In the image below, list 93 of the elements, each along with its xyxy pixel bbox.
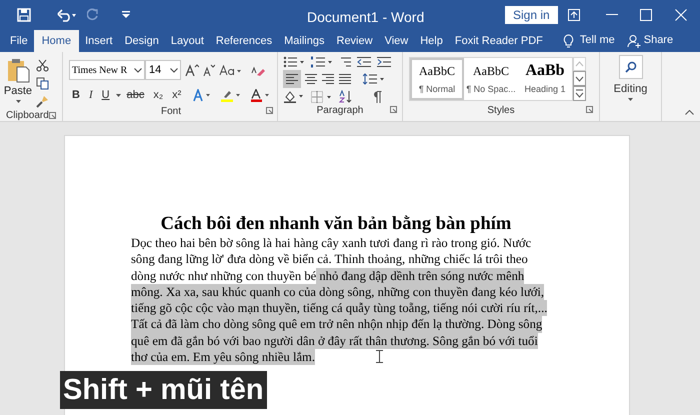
borders-icon[interactable] — [311, 90, 333, 102]
maximize-icon[interactable] — [640, 9, 652, 21]
selected-text: mông. Xa xa, sau khúc quanh co của dòng sông, những con thuyền đang kéo lưới, — [131, 284, 544, 300]
collapse-ribbon-icon[interactable] — [685, 110, 694, 115]
ribbon-tab[interactable]: Mailings — [278, 30, 330, 52]
document-title: Cách bôi đen nhanh văn bản bằng bàn phím — [160, 213, 512, 235]
caret-icon[interactable] — [628, 98, 633, 100]
dialog-launcher-icon[interactable] — [586, 106, 593, 113]
ribbon-tab[interactable]: Foxit Reader PDF — [448, 30, 549, 52]
group-label: Styles — [487, 104, 515, 118]
align-center-icon[interactable] — [304, 74, 318, 84]
clipboard-icon[interactable] — [6, 57, 30, 83]
style-name: ¶ No Spac... — [466, 83, 516, 96]
multilevel-list-icon[interactable] — [339, 56, 351, 68]
ribbon-display-icon[interactable] — [568, 9, 580, 21]
grow-font-icon[interactable] — [185, 64, 199, 76]
decrease-indent-icon[interactable] — [357, 56, 371, 68]
close-icon[interactable] — [675, 9, 687, 21]
copy-icon[interactable] — [36, 77, 49, 90]
underline-button[interactable]: U — [98, 86, 113, 104]
selected-text: Tất cả đã làm cho dòng sông quê em trở nên nhộn nhịp đến lạ thường. Dòng sông — [131, 316, 542, 333]
style-preview: AaBbC — [473, 63, 509, 80]
ribbon-tab[interactable]: Insert — [79, 30, 119, 52]
ribbon-tab[interactable]: Help — [414, 30, 449, 52]
ribbon-tab[interactable]: Design — [118, 30, 165, 52]
sort-icon[interactable] — [339, 90, 353, 103]
ribbon-tab[interactable]: Home — [34, 30, 80, 52]
person-add-icon[interactable] — [626, 34, 641, 48]
selected-text: nhỏ đang dập dềnh trên sóng nước mênh — [316, 268, 524, 284]
minimize-icon[interactable] — [606, 14, 618, 16]
redo-icon[interactable] — [87, 8, 99, 22]
search-icon[interactable] — [618, 55, 642, 79]
style-name: Heading 1 — [524, 83, 566, 96]
tell-me-search[interactable]: Tell me — [580, 32, 615, 48]
ribbon-tab[interactable]: View — [378, 30, 414, 52]
shading-icon[interactable] — [283, 90, 305, 103]
align-right-icon[interactable] — [321, 74, 335, 84]
paintbrush-icon[interactable] — [36, 95, 49, 108]
subscript-button[interactable]: x₂ — [150, 86, 166, 104]
caret-icon[interactable] — [116, 94, 121, 96]
text-cursor-icon — [376, 350, 383, 363]
dialog-launcher-icon[interactable] — [266, 107, 273, 114]
body-text: sông đang lững lờ' đưa dòng về biển cả. Thỉnh thoảng, những chiếc lá trôi theo — [131, 251, 528, 268]
numbering-icon[interactable] — [311, 56, 333, 68]
style-preview: AaBb — [525, 61, 565, 81]
bold-button[interactable]: B — [69, 86, 83, 104]
style-option[interactable]: AaBbC ¶ Normal — [410, 58, 464, 100]
style-name: ¶ Normal — [418, 83, 456, 96]
bullets-icon[interactable] — [283, 56, 305, 68]
body-text: Dọc theo hai bên bờ sông là hai hàng cây xanh tươi đang rì rào trong gió. Nước — [131, 235, 532, 252]
caption-label: Shift + mũi tên — [60, 371, 267, 409]
selected-text: thơ của em. Em yêu sông nhiều lắm. — [131, 349, 315, 366]
customize-toolbar-icon[interactable] — [121, 11, 131, 19]
font-name-dropdown[interactable]: Times New R — [69, 60, 145, 80]
chevron-icon — [134, 68, 142, 72]
ribbon-tab[interactable]: Layout — [164, 30, 210, 52]
caret-icon[interactable] — [16, 100, 20, 102]
share-button[interactable]: Share — [644, 32, 674, 48]
font-size-dropdown[interactable]: 14 — [145, 60, 181, 80]
dialog-launcher-icon[interactable] — [390, 106, 397, 113]
editing-button[interactable]: Editing — [614, 81, 648, 98]
paste-button[interactable]: Paste — [4, 83, 32, 100]
scroll-down-icon[interactable] — [573, 71, 586, 86]
pilcrow-icon[interactable] — [373, 90, 382, 102]
undo-icon[interactable] — [57, 8, 77, 22]
chevron-icon — [170, 68, 178, 72]
body-text: dòng nước như những con thuyền bé — [131, 268, 316, 284]
selected-text: quê em đã gắn bó với bao người dân ở đây rất thân thương. Sông gắn bó với tuổi — [131, 332, 538, 350]
align-left-button[interactable] — [283, 70, 301, 88]
group-label: Paragraph — [316, 104, 364, 118]
group-label: Font — [160, 105, 181, 119]
superscript-button[interactable]: x² — [169, 86, 184, 104]
lightbulb-icon[interactable] — [562, 34, 574, 48]
change-case-icon[interactable] — [219, 64, 241, 76]
selected-text: tiếng gõ cộc cộc vào mạn thuyền, tiếng cá quẫy tùng toẵng, tiếng nói cười ríu rít,... — [131, 300, 548, 316]
save-icon[interactable] — [17, 8, 31, 22]
justify-icon[interactable] — [338, 74, 352, 84]
ribbon-tab[interactable]: References — [210, 30, 278, 52]
italic-button[interactable]: I — [86, 86, 96, 104]
ribbon-tab[interactable]: File — [4, 30, 34, 52]
dialog-launcher-icon[interactable] — [49, 112, 56, 119]
line-spacing-icon[interactable] — [363, 73, 385, 85]
more-styles-icon[interactable] — [573, 86, 586, 101]
style-preview: AaBbC — [419, 63, 455, 80]
strikethrough-button[interactable]: abc — [124, 86, 148, 104]
scissors-icon[interactable] — [36, 59, 49, 72]
increase-indent-icon[interactable] — [377, 56, 391, 68]
group-label: Clipboard — [6, 109, 49, 123]
ribbon-tab[interactable]: Review — [330, 30, 379, 52]
window-title: Document1 - Word — [307, 8, 424, 27]
sign-in-button[interactable]: Sign in — [505, 6, 558, 24]
font-color-icon[interactable] — [251, 88, 272, 102]
shrink-font-icon[interactable] — [203, 64, 215, 76]
